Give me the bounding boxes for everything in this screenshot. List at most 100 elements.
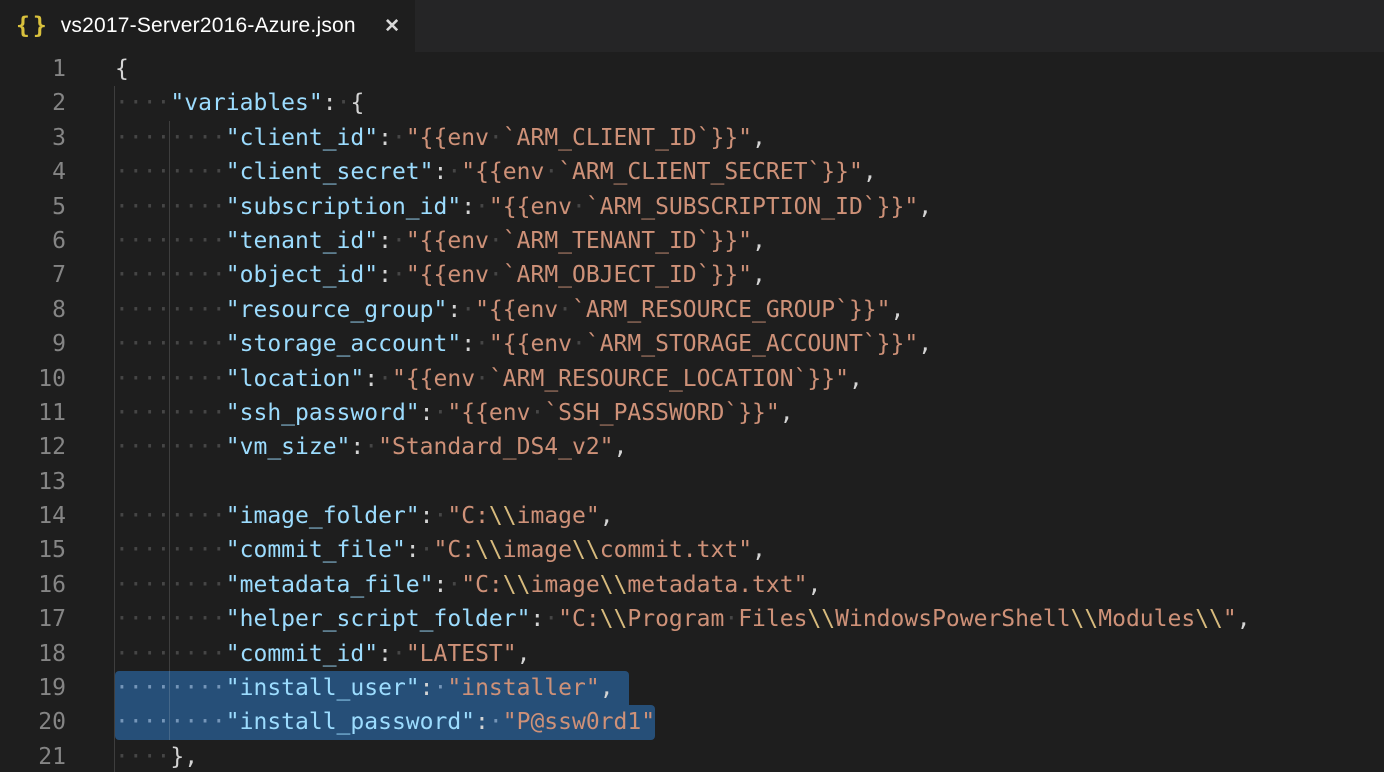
whitespace-dots: ········ (115, 159, 226, 185)
code-line-17[interactable]: 17········"helper_script_folder":·"C:\\P… (0, 602, 1384, 636)
line-content: ········"ssh_password":·"{{env·`SSH_PASS… (66, 396, 794, 430)
line-number[interactable]: 10 (0, 362, 66, 396)
whitespace-dots: ········ (115, 366, 226, 392)
json-string: Modules (1098, 606, 1195, 632)
punctuation: { (350, 90, 364, 116)
line-number[interactable]: 2 (0, 86, 66, 120)
line-number[interactable]: 18 (0, 637, 66, 671)
code-line-20[interactable]: 20 ········"install_password":·"P@ssw0rd1… (0, 705, 1384, 739)
code-line-8[interactable]: 8········"resource_group":·"{{env·`ARM_R… (0, 293, 1384, 327)
json-string: "{{env (447, 400, 530, 426)
line-number[interactable]: 5 (0, 190, 66, 224)
line-number[interactable]: 17 (0, 602, 66, 636)
whitespace-dots: · (392, 228, 406, 254)
code-line-11[interactable]: 11········"ssh_password":·"{{env·`SSH_PA… (0, 396, 1384, 430)
punctuation: : (406, 537, 420, 563)
line-number[interactable]: 11 (0, 396, 66, 430)
line-number[interactable]: 14 (0, 499, 66, 533)
whitespace-dots: · (572, 331, 586, 357)
whitespace-dots: ···· (115, 90, 170, 116)
code-line-6[interactable]: 6········"tenant_id":·"{{env·`ARM_TENANT… (0, 224, 1384, 258)
tab-vs2017-server2016-azure-json[interactable]: {} vs2017-Server2016-Azure.json ✕ (0, 0, 415, 52)
json-key: "metadata_file" (226, 572, 434, 598)
json-key: "commit_file" (226, 537, 406, 563)
line-number[interactable]: 9 (0, 327, 66, 361)
line-number[interactable]: 19 (0, 671, 66, 705)
json-string: `ARM_SUBSCRIPTION_ID`}}" (586, 194, 918, 220)
line-number[interactable]: 21 (0, 740, 66, 772)
punctuation: : (420, 400, 434, 426)
code-line-7[interactable]: 7········"object_id":·"{{env·`ARM_OBJECT… (0, 258, 1384, 292)
json-string: "C: (461, 572, 503, 598)
json-string: commit.txt" (600, 537, 752, 563)
line-content: ········"metadata_file":·"C:\\image\\met… (66, 568, 821, 602)
code-line-3[interactable]: 3········"client_id":·"{{env·`ARM_CLIENT… (0, 121, 1384, 155)
whitespace-dots: · (392, 262, 406, 288)
tab-close-icon[interactable]: ✕ (384, 15, 400, 38)
line-number[interactable]: 1 (0, 52, 66, 86)
whitespace-dots: · (392, 641, 406, 667)
json-key: "tenant_id" (226, 228, 378, 254)
code-line-15[interactable]: 15········"commit_file":·"C:\\image\\com… (0, 533, 1384, 567)
code-line-18[interactable]: 18········"commit_id":·"LATEST", (0, 637, 1384, 671)
punctuation: : (378, 641, 392, 667)
punctuation: , (849, 366, 863, 392)
whitespace-dots: ········ (115, 331, 226, 357)
code-line-2[interactable]: 2····"variables":·{ (0, 86, 1384, 120)
code-line-9[interactable]: 9········"storage_account":·"{{env·`ARM_… (0, 327, 1384, 361)
line-number[interactable]: 8 (0, 293, 66, 327)
code-line-1[interactable]: 1{ (0, 52, 1384, 86)
json-string: Program (627, 606, 724, 632)
punctuation: , (752, 125, 766, 151)
punctuation: , (918, 194, 932, 220)
code-editor[interactable]: 1{2····"variables":·{3········"client_id… (0, 52, 1384, 772)
whitespace-dots: ········ (115, 572, 226, 598)
line-content: ········"commit_id":·"LATEST", (66, 637, 530, 671)
line-number[interactable]: 6 (0, 224, 66, 258)
escape-sequence: \\ (572, 537, 600, 563)
code-line-21[interactable]: 21····}, (0, 740, 1384, 772)
code-line-16[interactable]: 16········"metadata_file":·"C:\\image\\m… (0, 568, 1384, 602)
whitespace-dots: · (434, 675, 448, 701)
escape-sequence: \\ (1195, 606, 1223, 632)
escape-sequence: \\ (600, 572, 628, 598)
line-number[interactable]: 12 (0, 430, 66, 464)
json-key: "ssh_password" (226, 400, 420, 426)
code-line-14[interactable]: 14········"image_folder":·"C:\\image", (0, 499, 1384, 533)
whitespace-dots: ········ (115, 675, 226, 701)
whitespace-dots: ········ (115, 262, 226, 288)
code-line-5[interactable]: 5········"subscription_id":·"{{env·`ARM_… (0, 190, 1384, 224)
line-number[interactable]: 3 (0, 121, 66, 155)
selection-highlight: ········"install_user":·"installer", (115, 671, 629, 705)
punctuation: , (918, 331, 932, 357)
code-line-12[interactable]: 12········"vm_size":·"Standard_DS4_v2", (0, 430, 1384, 464)
escape-sequence: \\ (489, 503, 517, 529)
whitespace-dots: · (475, 194, 489, 220)
tab-title: vs2017-Server2016-Azure.json (61, 14, 374, 38)
line-number[interactable]: 16 (0, 568, 66, 602)
json-string: "{{env (475, 297, 558, 323)
line-content: ········"commit_file":·"C:\\image\\commi… (66, 533, 766, 567)
line-number[interactable]: 4 (0, 155, 66, 189)
punctuation: : (475, 709, 489, 735)
json-string: WindowsPowerShell (835, 606, 1070, 632)
escape-sequence: \\ (1071, 606, 1099, 632)
line-number[interactable]: 7 (0, 258, 66, 292)
code-line-4[interactable]: 4········"client_secret":·"{{env·`ARM_CL… (0, 155, 1384, 189)
code-line-13[interactable]: 13 (0, 465, 1384, 499)
selection-highlight: ········"install_password":·"P@ssw0rd1" (115, 705, 655, 739)
json-key: "image_folder" (226, 503, 420, 529)
code-line-10[interactable]: 10········"location":·"{{env·`ARM_RESOUR… (0, 362, 1384, 396)
whitespace-dots: ········ (115, 537, 226, 563)
line-number[interactable]: 13 (0, 465, 66, 499)
line-content: ····}, (66, 740, 198, 772)
json-key: "commit_id" (226, 641, 378, 667)
json-key: "client_secret" (226, 159, 434, 185)
line-number[interactable]: 20 (0, 705, 66, 739)
json-string: "{{env (406, 262, 489, 288)
line-content: ········"resource_group":·"{{env·`ARM_RE… (66, 293, 904, 327)
code-line-19[interactable]: 19 ········"install_user":·"installer", (0, 671, 1384, 705)
line-content: ········"object_id":·"{{env·`ARM_OBJECT_… (66, 258, 766, 292)
json-string: image (503, 537, 572, 563)
line-number[interactable]: 15 (0, 533, 66, 567)
